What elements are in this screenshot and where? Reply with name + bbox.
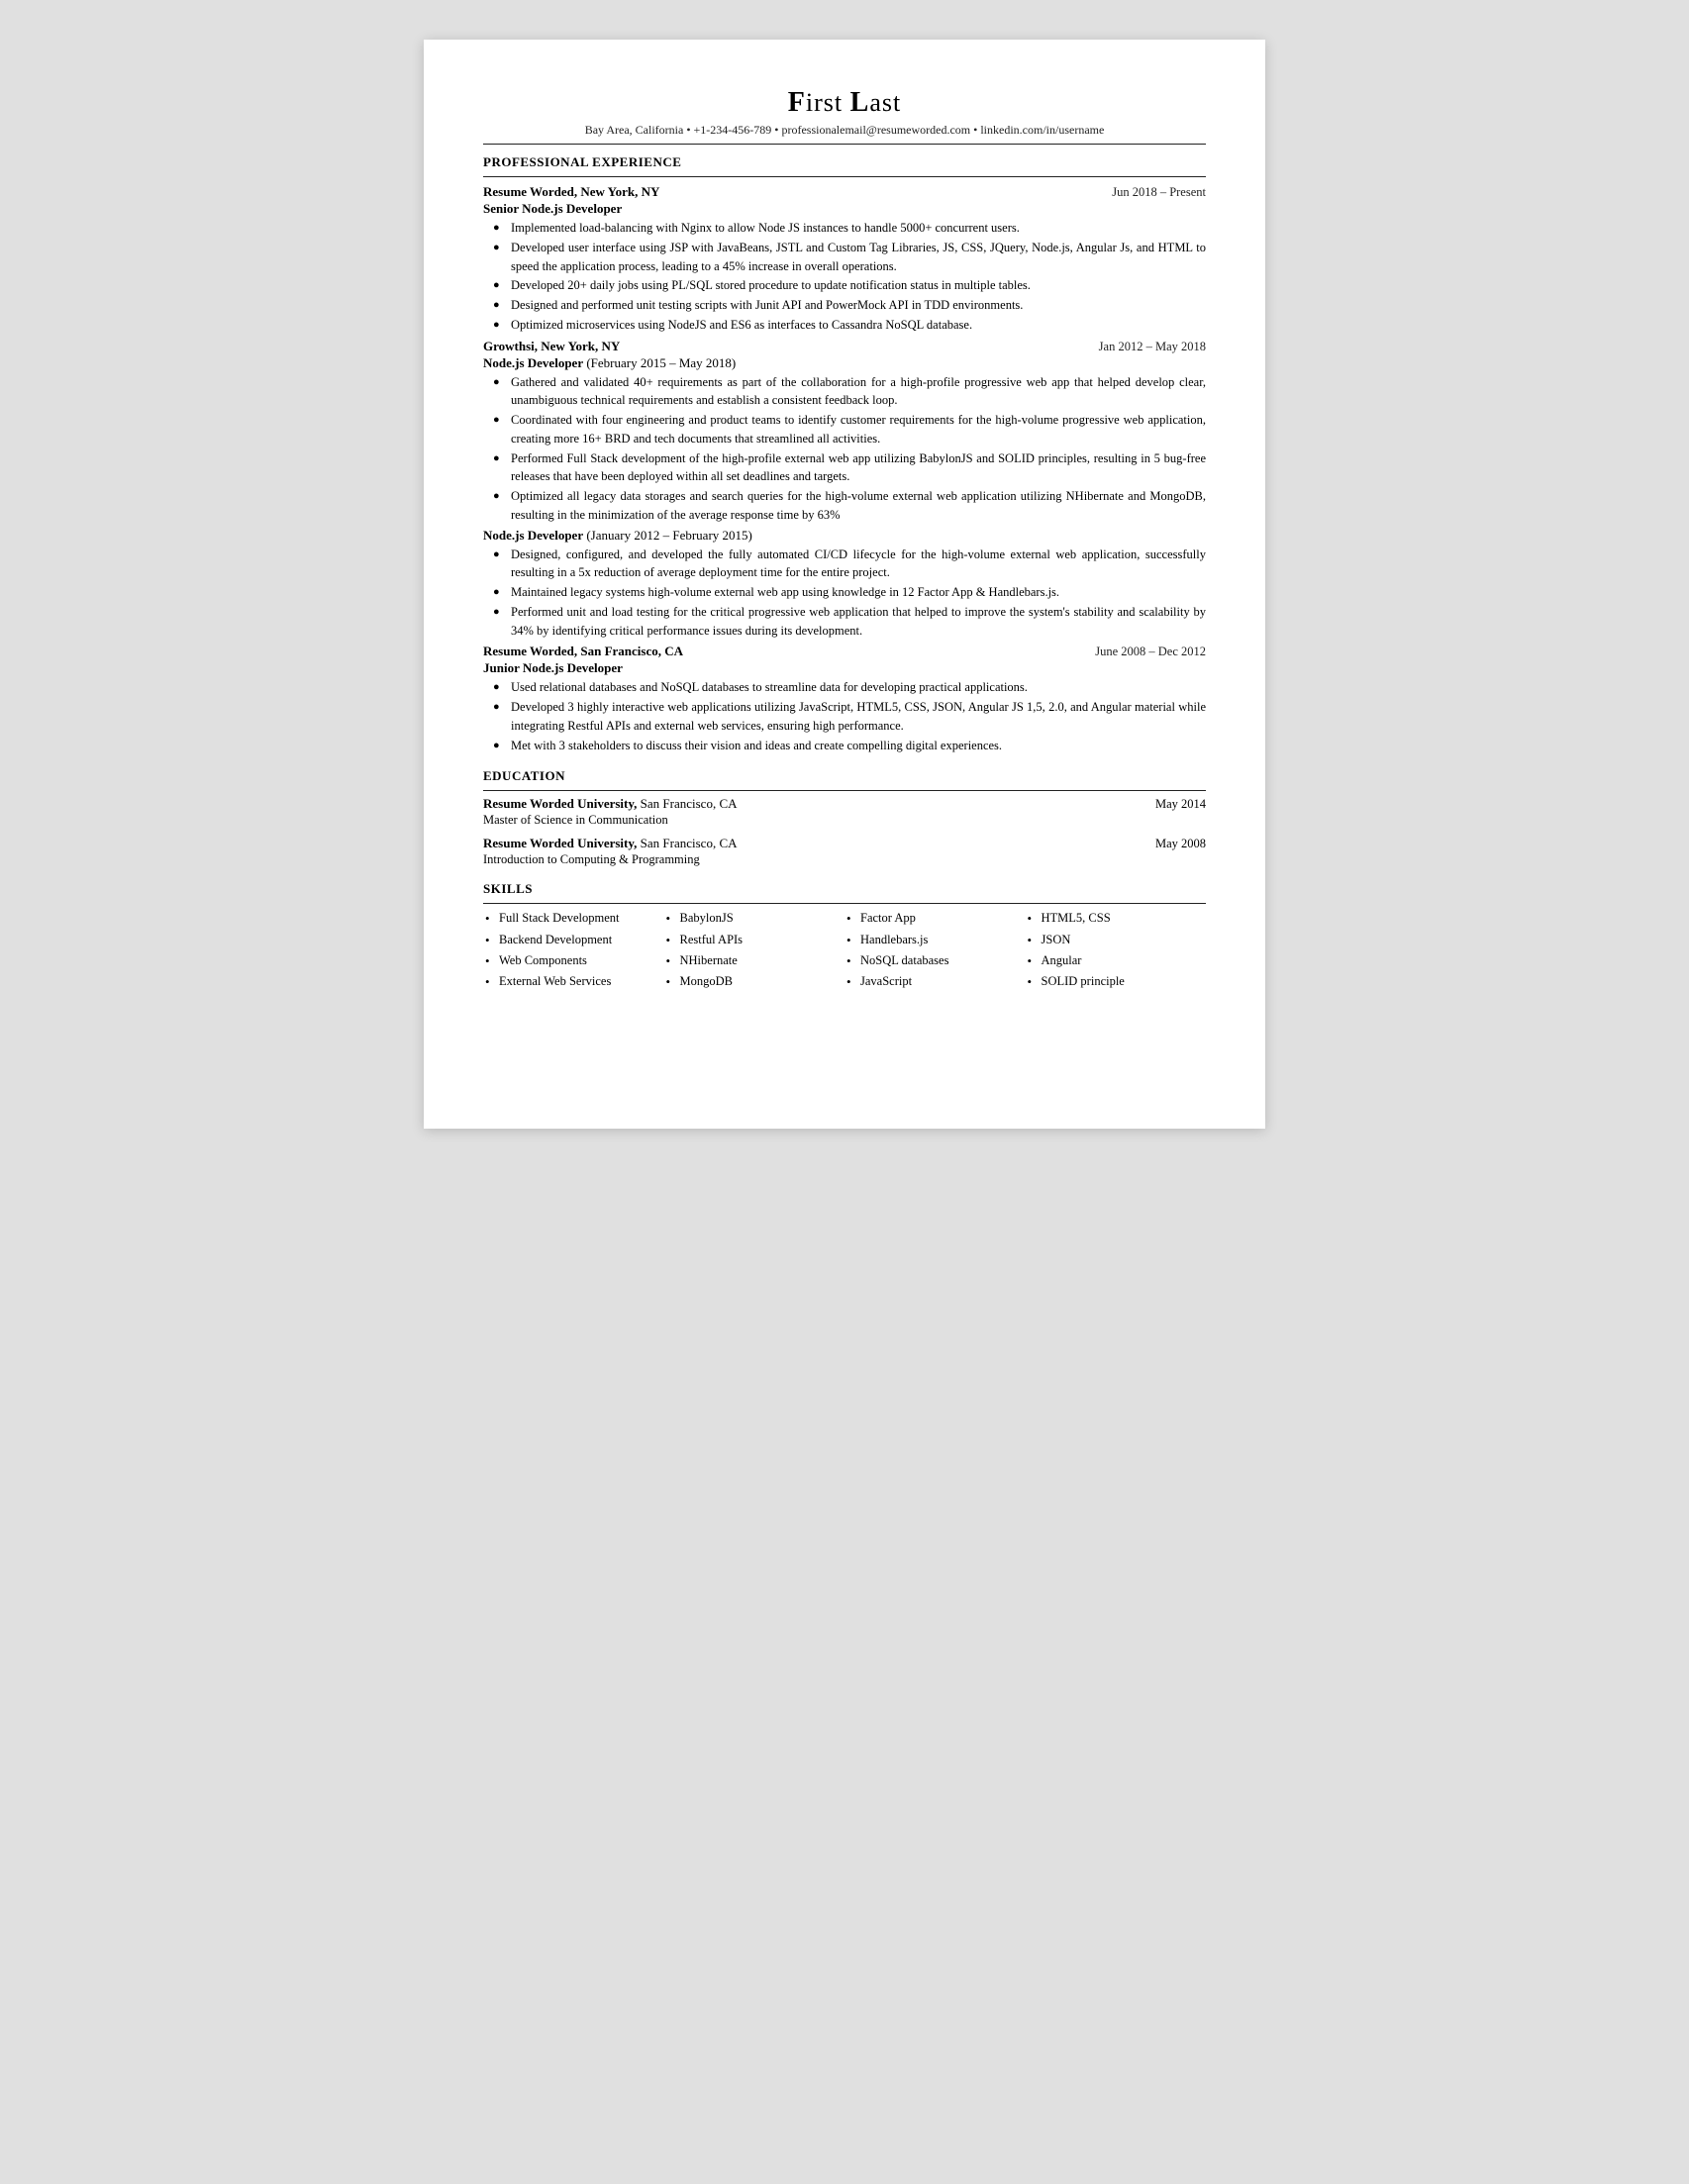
contact-info: Bay Area, California • +1-234-456-789 • … [483, 123, 1206, 138]
bullet-item: Designed and performed unit testing scri… [493, 296, 1206, 315]
skill-item: Full Stack Development [483, 908, 664, 929]
job-3-title: Junior Node.js Developer [483, 660, 1206, 676]
skill-item: Restful APIs [664, 930, 845, 950]
edu-2-degree: Introduction to Computing & Programming [483, 852, 1206, 867]
skill-item: Backend Development [483, 930, 664, 950]
job-3-company: Resume Worded, San Francisco, CA [483, 643, 683, 660]
skill-item: MongoDB [664, 971, 845, 992]
job-1-header: Resume Worded, New York, NY Jun 2018 – P… [483, 183, 1206, 201]
skill-item: Angular [1026, 950, 1207, 971]
bullet-item: Maintained legacy systems high-volume ex… [493, 583, 1206, 602]
skills-section-title: Skills [483, 881, 1206, 897]
bullet-item: Performed Full Stack development of the … [493, 449, 1206, 487]
edu-2-header: Resume Worded University, San Francisco,… [483, 836, 1206, 851]
job-3-bullets: Used relational databases and NoSQL data… [493, 678, 1206, 754]
job-1-title: Senior Node.js Developer [483, 201, 1206, 217]
skill-item: External Web Services [483, 971, 664, 992]
skills-col-3: Factor App Handlebars.js NoSQL databases… [844, 908, 1026, 992]
edu-1-header: Resume Worded University, San Francisco,… [483, 796, 1206, 812]
job-3-header: Resume Worded, San Francisco, CA June 20… [483, 643, 1206, 660]
bullet-item: Optimized all legacy data storages and s… [493, 487, 1206, 525]
skill-item: BabylonJS [664, 908, 845, 929]
job-2-subrole-bullets: Designed, configured, and developed the … [493, 546, 1206, 641]
skills-divider [483, 903, 1206, 904]
education-divider [483, 790, 1206, 791]
resume-page: First Last Bay Area, California • +1-234… [424, 40, 1265, 1129]
job-3-date: June 2008 – Dec 2012 [1095, 645, 1206, 659]
bullet-item: Performed unit and load testing for the … [493, 603, 1206, 641]
job-1-company: Resume Worded, New York, NY [483, 183, 659, 201]
job-1-date: Jun 2018 – Present [1112, 185, 1206, 200]
job-2-subrole-title: Node.js Developer (January 2012 – Februa… [483, 528, 1206, 544]
edu-2: Resume Worded University, San Francisco,… [483, 836, 1206, 867]
edu-1-date: May 2014 [1155, 797, 1206, 812]
bullet-item: Developed 3 highly interactive web appli… [493, 698, 1206, 736]
job-2-company: Growthsi, New York, NY [483, 338, 620, 355]
bullet-item: Used relational databases and NoSQL data… [493, 678, 1206, 697]
job-2-title: Node.js Developer (February 2015 – May 2… [483, 355, 1206, 371]
edu-2-date: May 2008 [1155, 837, 1206, 851]
skill-item: NHibernate [664, 950, 845, 971]
bullet-item: Developed 20+ daily jobs using PL/SQL st… [493, 276, 1206, 295]
skills-col-2: BabylonJS Restful APIs NHibernate MongoD… [664, 908, 845, 992]
edu-2-school: Resume Worded University, San Francisco,… [483, 836, 738, 851]
bullet-item: Developed user interface using JSP with … [493, 239, 1206, 276]
skill-item: HTML5, CSS [1026, 908, 1207, 929]
skill-item: Handlebars.js [844, 930, 1026, 950]
job-1-bullets: Implemented load-balancing with Nginx to… [493, 219, 1206, 335]
job-2-bullets: Gathered and validated 40+ requirements … [493, 373, 1206, 525]
bullet-item: Met with 3 stakeholders to discuss their… [493, 737, 1206, 755]
edu-1-school: Resume Worded University, San Francisco,… [483, 796, 738, 812]
experience-divider [483, 176, 1206, 177]
skills-col-1: Full Stack Development Backend Developme… [483, 908, 664, 992]
skill-item: JavaScript [844, 971, 1026, 992]
job-2-header: Growthsi, New York, NY Jan 2012 – May 20… [483, 338, 1206, 355]
bullet-item: Gathered and validated 40+ requirements … [493, 373, 1206, 411]
skill-item: Factor App [844, 908, 1026, 929]
header: First Last Bay Area, California • +1-234… [483, 87, 1206, 138]
skills-grid: Full Stack Development Backend Developme… [483, 908, 1206, 992]
skill-item: JSON [1026, 930, 1207, 950]
edu-1-degree: Master of Science in Communication [483, 813, 1206, 828]
education-section-title: Education [483, 768, 1206, 784]
skill-item: SOLID principle [1026, 971, 1207, 992]
job-2-date: Jan 2012 – May 2018 [1099, 340, 1206, 354]
skill-item: NoSQL databases [844, 950, 1026, 971]
experience-section-title: Professional Experience [483, 154, 1206, 170]
header-divider [483, 144, 1206, 145]
bullet-item: Implemented load-balancing with Nginx to… [493, 219, 1206, 238]
skills-col-4: HTML5, CSS JSON Angular SOLID principle [1026, 908, 1207, 992]
bullet-item: Designed, configured, and developed the … [493, 546, 1206, 583]
bullet-item: Coordinated with four engineering and pr… [493, 411, 1206, 448]
skill-item: Web Components [483, 950, 664, 971]
candidate-name: First Last [483, 87, 1206, 119]
bullet-item: Optimized microservices using NodeJS and… [493, 316, 1206, 335]
edu-1: Resume Worded University, San Francisco,… [483, 796, 1206, 828]
